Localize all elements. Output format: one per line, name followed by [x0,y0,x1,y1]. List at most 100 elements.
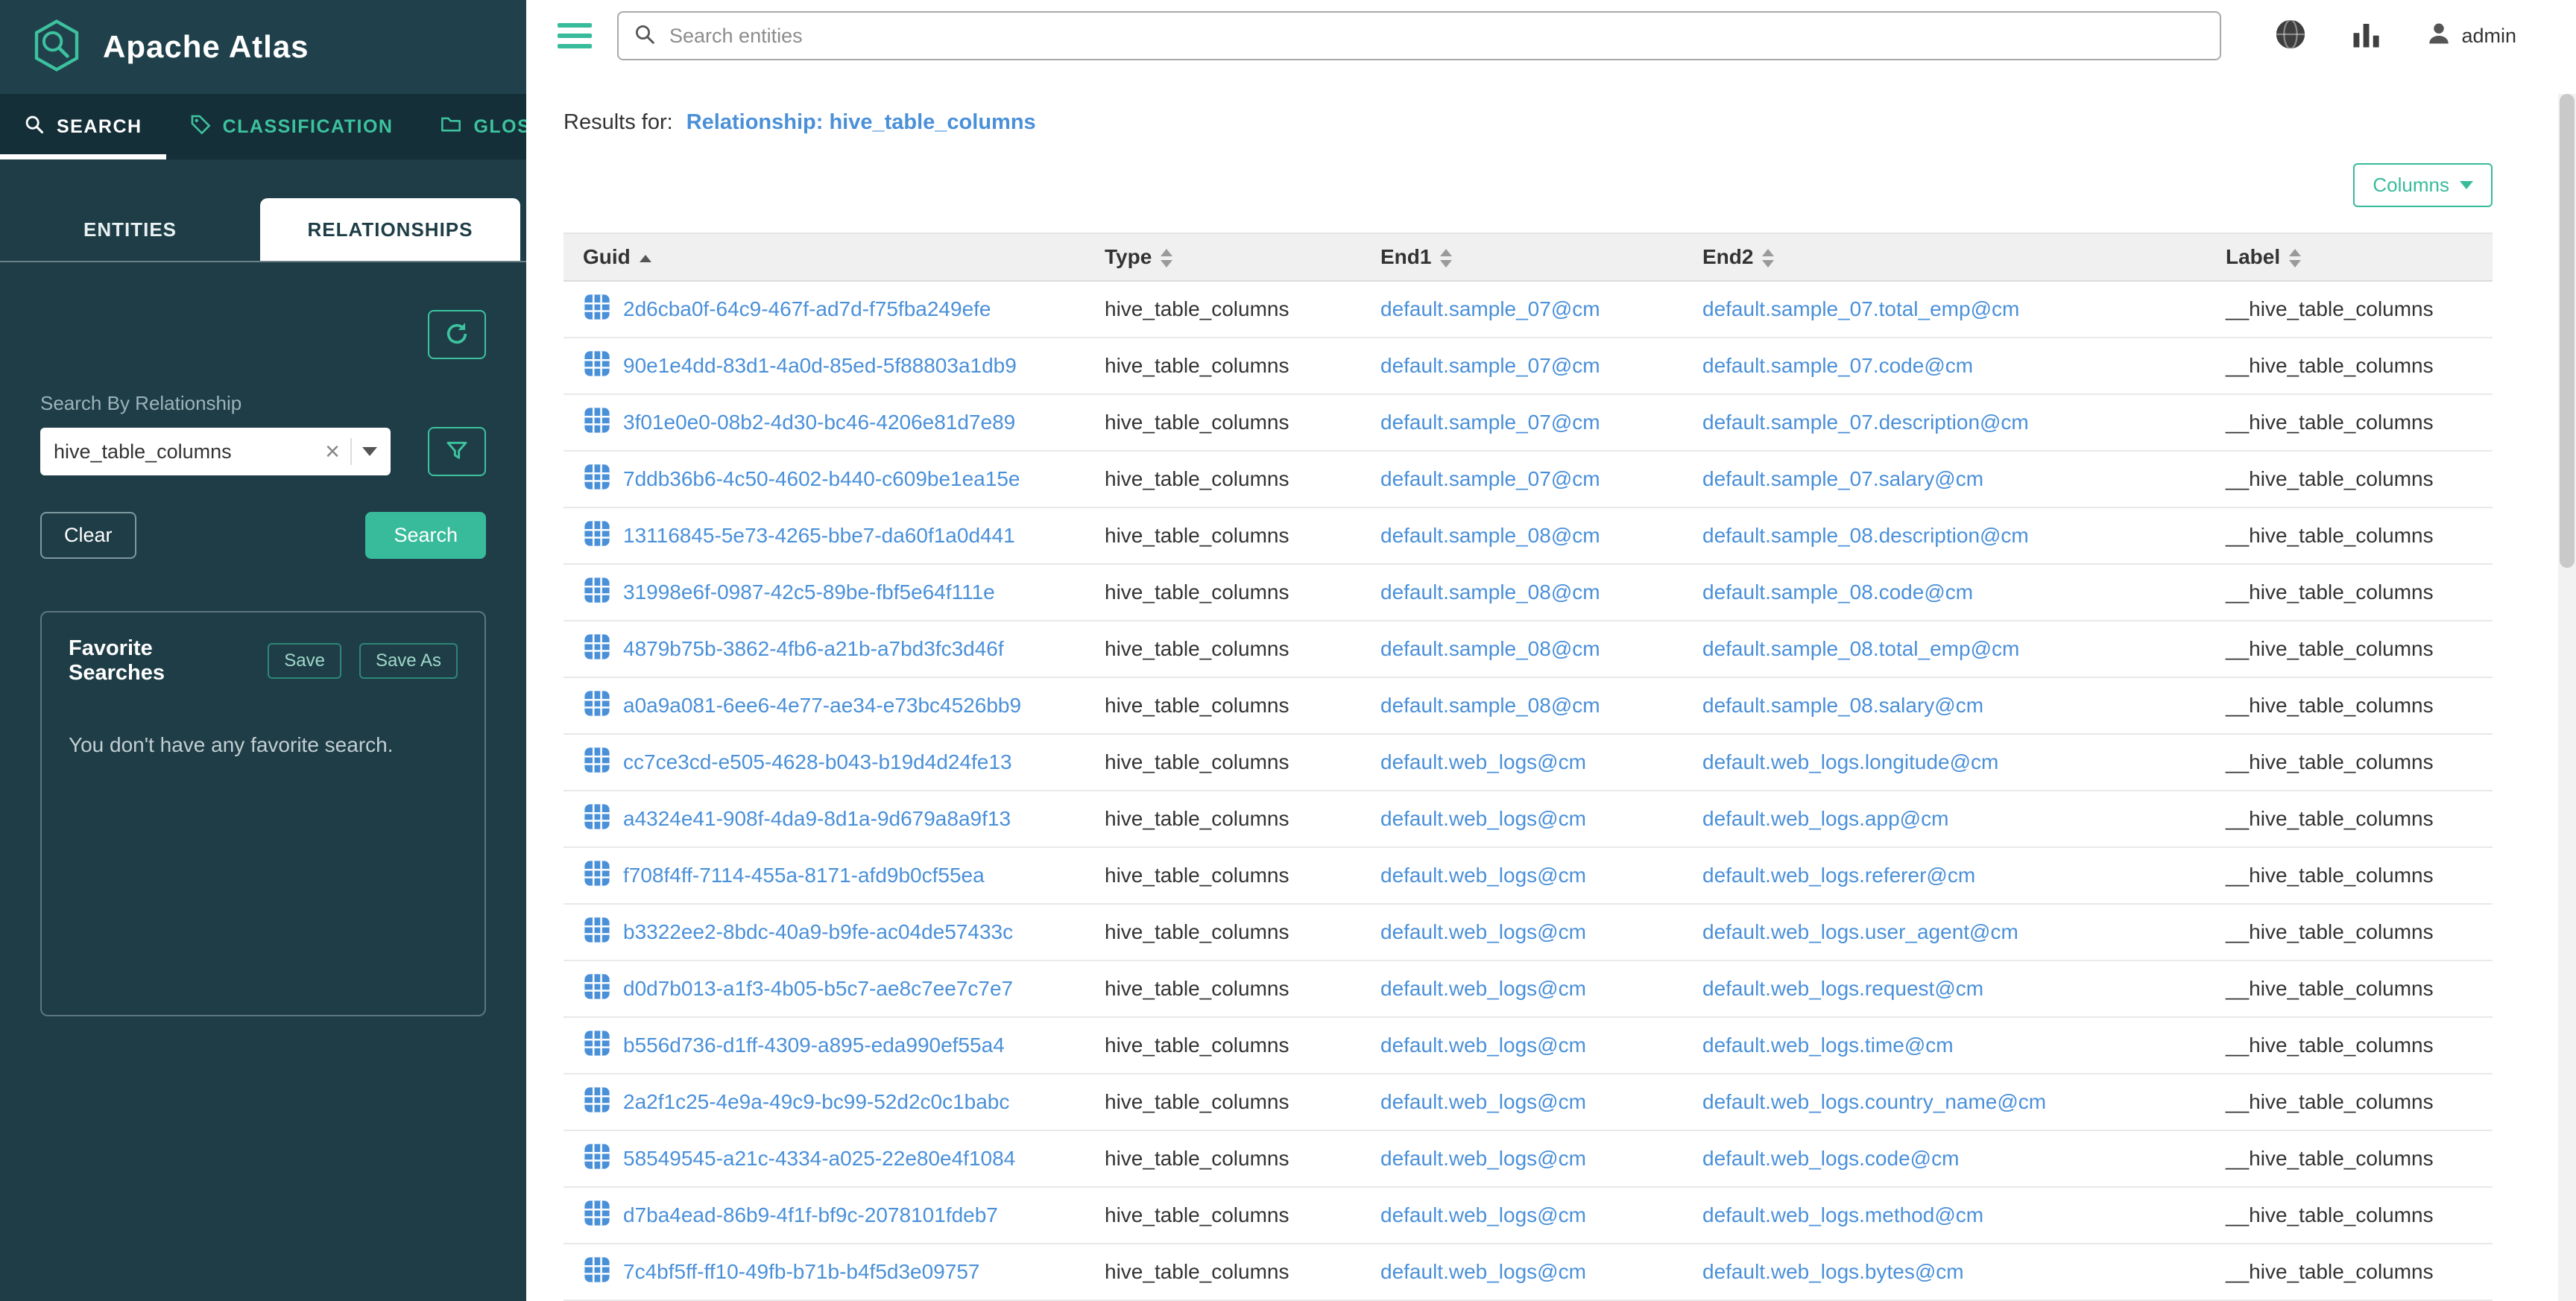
label-cell: __hive_table_columns [2206,564,2493,621]
guid-link[interactable]: a0a9a081-6ee6-4e77-ae34-e73bc4526bb9 [623,694,1021,718]
end1-link[interactable]: default.web_logs@cm [1380,1147,1586,1170]
table-row: f708f4ff-7114-455a-8171-afd9b0cf55ea hiv… [564,847,2493,904]
end2-link[interactable]: default.sample_07.description@cm [1702,411,2029,434]
scrollbar-thumb[interactable] [2560,94,2575,568]
end1-link[interactable]: default.sample_07@cm [1380,354,1600,377]
guid-link[interactable]: 90e1e4dd-83d1-4a0d-85ed-5f88803a1db9 [623,354,1017,378]
columns-button[interactable]: Columns [2353,163,2493,207]
col-header-type[interactable]: Type [1085,233,1361,281]
end1-link[interactable]: default.web_logs@cm [1380,864,1586,887]
topbar-icons: admin [2273,17,2516,55]
end2-link[interactable]: default.web_logs.country_name@cm [1702,1090,2046,1113]
guid-link[interactable]: b3322ee2-8bdc-40a9-b9fe-ac04de57433c [623,920,1013,944]
type-cell: hive_table_columns [1085,734,1361,791]
end2-link[interactable]: default.sample_07.code@cm [1702,354,1973,377]
guid-link[interactable]: f708f4ff-7114-455a-8171-afd9b0cf55ea [623,864,985,887]
end2-link[interactable]: default.sample_08.code@cm [1702,580,1973,604]
guid-link[interactable]: 7c4bf5ff-ff10-49fb-b71b-b4f5d3e09757 [623,1260,979,1284]
globe-icon[interactable] [2273,17,2308,55]
col-header-label[interactable]: Label [2206,233,2493,281]
end1-link[interactable]: default.sample_08@cm [1380,637,1600,660]
table-row: a4324e41-908f-4da9-8d1a-9d679a8a9f13 hiv… [564,791,2493,847]
search-button[interactable]: Search [365,512,486,559]
guid-link[interactable]: cc7ce3cd-e505-4628-b043-b19d4d24fe13 [623,750,1012,774]
results-table-body: 2d6cba0f-64c9-467f-ad7d-f75fba249efe hiv… [564,281,2493,1300]
end1-link[interactable]: default.web_logs@cm [1380,807,1586,830]
guid-link[interactable]: 7ddb36b6-4c50-4602-b440-c609be1ea15e [623,467,1020,491]
table-row: 4879b75b-3862-4fb6-a21b-a7bd3fc3d46f hiv… [564,621,2493,677]
end2-link[interactable]: default.web_logs.bytes@cm [1702,1260,1964,1283]
guid-link[interactable]: 13116845-5e73-4265-bbe7-da60f1a0d441 [623,524,1015,548]
label-cell: __hive_table_columns [2206,1187,2493,1244]
scrollbar[interactable] [2558,94,2576,1301]
end1-link[interactable]: default.web_logs@cm [1380,920,1586,943]
table-entity-icon [583,293,611,326]
user-menu[interactable]: admin [2425,20,2516,52]
guid-link[interactable]: d0d7b013-a1f3-4b05-b5c7-ae8c7ee7c7e7 [623,977,1013,1001]
guid-link[interactable]: a4324e41-908f-4da9-8d1a-9d679a8a9f13 [623,807,1011,831]
label-cell: __hive_table_columns [2206,677,2493,734]
guid-link[interactable]: 2a2f1c25-4e9a-49c9-bc99-52d2c0c1babc [623,1090,1009,1114]
end2-link[interactable]: default.sample_07.total_emp@cm [1702,297,2019,320]
end1-link[interactable]: default.sample_08@cm [1380,580,1600,604]
search-entities-input[interactable] [669,25,2205,48]
user-icon [2425,20,2452,52]
save-button[interactable]: Save [268,643,341,679]
end1-link[interactable]: default.sample_08@cm [1380,694,1600,717]
save-as-button[interactable]: Save As [359,643,458,679]
guid-link[interactable]: 58549545-a21c-4334-a025-22e80e4f1084 [623,1147,1015,1171]
col-header-guid[interactable]: Guid [564,233,1085,281]
tab-relationships[interactable]: RELATIONSHIPS [260,198,520,261]
end2-link[interactable]: default.sample_08.description@cm [1702,524,2029,547]
refresh-button[interactable] [428,310,486,359]
relationship-select[interactable]: hive_table_columns × [40,428,391,475]
global-search [617,11,2221,60]
guid-link[interactable]: 3f01e0e0-08b2-4d30-bc46-4206e81d7e89 [623,411,1015,434]
end2-link[interactable]: default.sample_08.salary@cm [1702,694,1983,717]
end1-link[interactable]: default.sample_07@cm [1380,297,1600,320]
end1-link[interactable]: default.web_logs@cm [1380,750,1586,773]
tab-entities[interactable]: ENTITIES [0,198,260,261]
nav-search[interactable]: SEARCH [0,94,166,159]
results-relationship-link[interactable]: Relationship: hive_table_columns [686,110,1036,134]
end2-link[interactable]: default.web_logs.user_agent@cm [1702,920,2018,943]
end1-link[interactable]: default.sample_07@cm [1380,467,1600,490]
end1-link[interactable]: default.sample_07@cm [1380,411,1600,434]
end2-link[interactable]: default.web_logs.longitude@cm [1702,750,1998,773]
guid-link[interactable]: d7ba4ead-86b9-4f1f-bf9c-2078101fdeb7 [623,1203,998,1227]
results-table: Guid Type End1 End2 Label 2d6cba0f [564,232,2493,1301]
end1-link[interactable]: default.sample_08@cm [1380,524,1600,547]
end2-link[interactable]: default.web_logs.referer@cm [1702,864,1975,887]
columns-button-label: Columns [2373,174,2449,197]
table-row: b3322ee2-8bdc-40a9-b9fe-ac04de57433c hiv… [564,904,2493,960]
end1-link[interactable]: default.web_logs@cm [1380,1033,1586,1057]
guid-link[interactable]: b556d736-d1ff-4309-a895-eda990ef55a4 [623,1033,1005,1057]
end2-link[interactable]: default.web_logs.request@cm [1702,977,1983,1000]
menu-toggle-icon[interactable] [558,23,592,48]
end1-link[interactable]: default.web_logs@cm [1380,977,1586,1000]
statistics-icon[interactable] [2351,19,2382,54]
end1-link[interactable]: default.web_logs@cm [1380,1260,1586,1283]
label-cell: __hive_table_columns [2206,1017,2493,1074]
end2-link[interactable]: default.web_logs.time@cm [1702,1033,1954,1057]
brand[interactable]: Apache Atlas [0,0,526,94]
end2-link[interactable]: default.web_logs.code@cm [1702,1147,1959,1170]
end2-link[interactable]: default.sample_07.salary@cm [1702,467,1983,490]
filter-button[interactable] [428,427,486,476]
end2-link[interactable]: default.web_logs.method@cm [1702,1203,1983,1226]
end1-link[interactable]: default.web_logs@cm [1380,1090,1586,1113]
select-clear-icon[interactable]: × [325,439,340,464]
guid-link[interactable]: 2d6cba0f-64c9-467f-ad7d-f75fba249efe [623,297,991,321]
guid-link[interactable]: 4879b75b-3862-4fb6-a21b-a7bd3fc3d46f [623,637,1004,661]
label-cell: __hive_table_columns [2206,734,2493,791]
end1-link[interactable]: default.web_logs@cm [1380,1203,1586,1226]
guid-link[interactable]: 31998e6f-0987-42c5-89be-fbf5e64f111e [623,580,995,604]
nav-classification[interactable]: CLASSIFICATION [166,94,417,159]
end2-link[interactable]: default.sample_08.total_emp@cm [1702,637,2019,660]
clear-button[interactable]: Clear [40,512,136,559]
sort-icon [1762,249,1774,268]
col-header-end1[interactable]: End1 [1361,233,1683,281]
end2-link[interactable]: default.web_logs.app@cm [1702,807,1948,830]
col-header-end2[interactable]: End2 [1683,233,2206,281]
table-entity-icon [583,916,611,949]
